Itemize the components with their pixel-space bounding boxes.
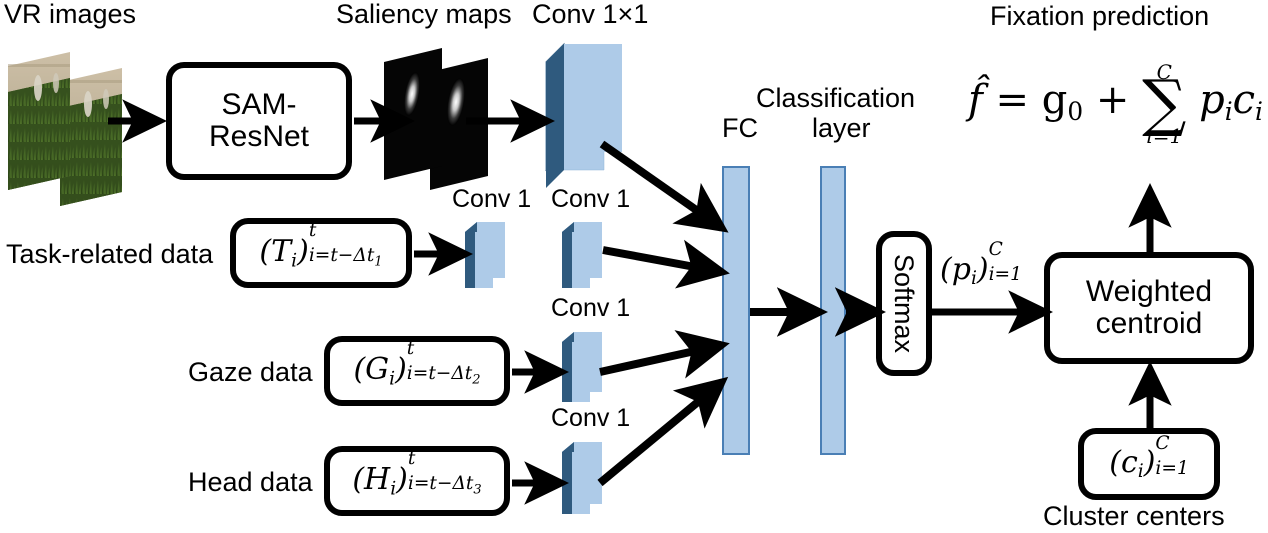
arrow-conv-gaze-to-fc — [599, 330, 730, 379]
connector-arrows — [108, 99, 1172, 505]
diagram-canvas: VR images Saliency maps Conv 1×1 Fixatio… — [0, 0, 1268, 533]
arrow-conv-head-to-fc — [597, 376, 729, 487]
arrow-conv-task-to-fc — [602, 239, 730, 289]
arrow-conv1x1-to-fc — [599, 140, 729, 233]
